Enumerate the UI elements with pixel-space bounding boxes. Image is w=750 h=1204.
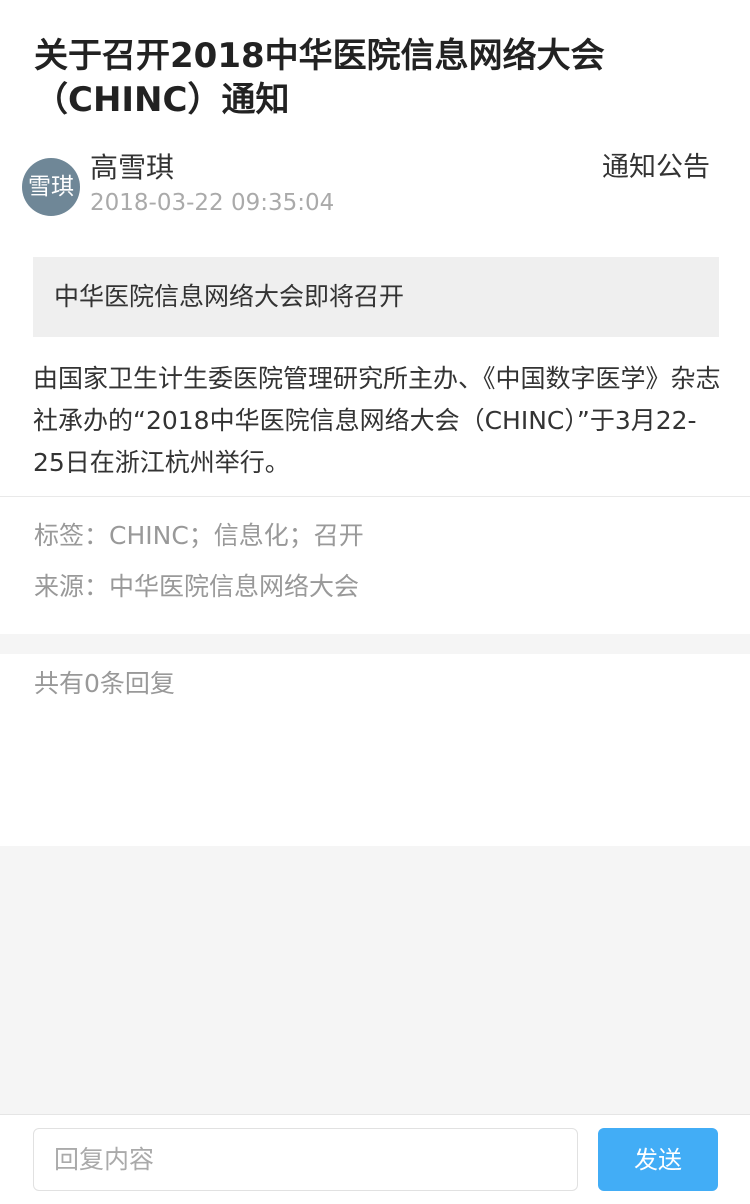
author-avatar: 雪琪: [22, 158, 80, 216]
source-label: 来源：: [34, 572, 110, 601]
reply-bar: 发送: [0, 1114, 750, 1204]
tags-value: CHINC；信息化；召开: [109, 521, 364, 550]
reply-input[interactable]: [33, 1128, 578, 1191]
article-title: 关于召开2018中华医院信息网络大会（CHINC）通知: [34, 36, 605, 120]
publish-date: 2018-03-22 09:35:04: [90, 190, 335, 216]
source-value: 中华医院信息网络大会: [109, 572, 360, 601]
send-button[interactable]: 发送: [598, 1128, 718, 1191]
source-line: 来源：中华医院信息网络大会: [34, 569, 359, 605]
tags-line: 标签：CHINC；信息化；召开: [34, 518, 364, 554]
summary-box: 中华医院信息网络大会即将召开: [33, 257, 719, 337]
summary-text: 中华医院信息网络大会即将召开: [54, 282, 405, 311]
author-name: 高雪琪: [90, 151, 175, 184]
reply-panel: 共有0条回复: [0, 654, 750, 846]
reply-count: 共有0条回复: [34, 669, 175, 698]
article-card: 关于召开2018中华医院信息网络大会（CHINC）通知 雪琪 高雪琪 2018-…: [0, 0, 750, 634]
article-body: 由国家卫生计生委医院管理研究所主办、《中国数字医学》杂志社承办的“2018中华医…: [33, 364, 721, 477]
tags-label: 标签：: [34, 521, 110, 550]
content-divider: [0, 496, 750, 497]
article-category: 通知公告: [602, 152, 710, 183]
